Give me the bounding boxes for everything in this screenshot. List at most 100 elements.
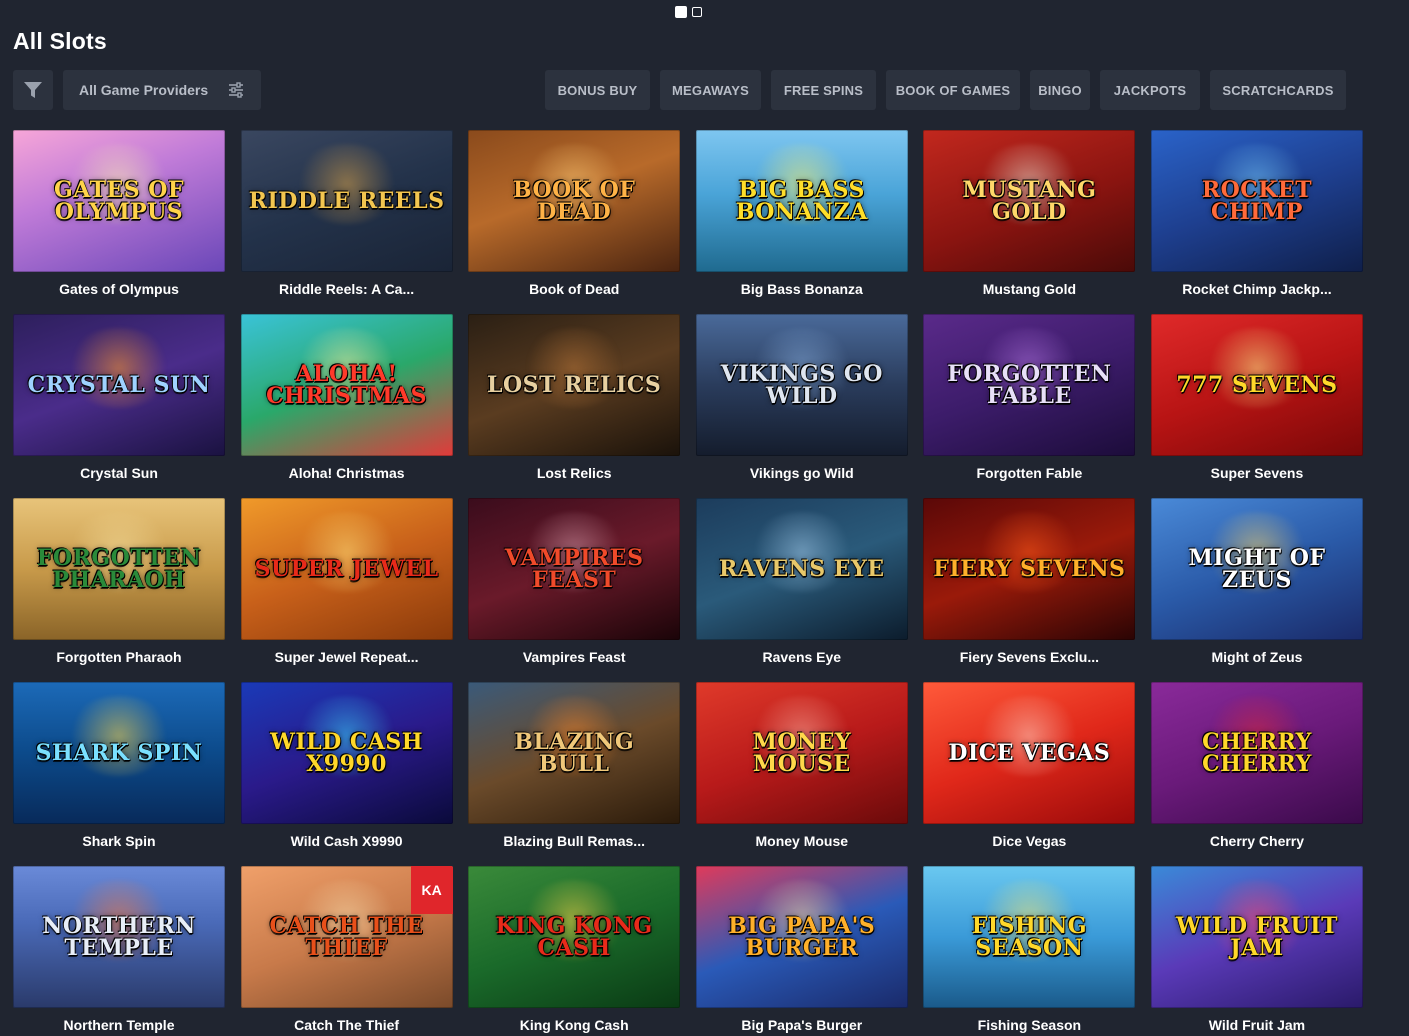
game-thumbnail[interactable]: CHERRY CHERRY — [1150, 682, 1363, 824]
game-tile[interactable]: RAVENS EYE Ravens Eye — [695, 498, 908, 682]
game-tile[interactable]: ALOHA! CHRISTMAS Aloha! Christmas — [240, 314, 453, 498]
game-title[interactable]: Catch The Thief — [241, 1017, 453, 1033]
game-title[interactable]: Cherry Cherry — [1151, 833, 1363, 849]
game-thumbnail[interactable]: FORGOTTEN FABLE — [923, 314, 1136, 456]
game-title[interactable]: Fiery Sevens Exclu... — [923, 649, 1135, 665]
game-title[interactable]: Forgotten Pharaoh — [13, 649, 225, 665]
game-title[interactable]: Riddle Reels: A Ca... — [241, 281, 453, 297]
game-title[interactable]: Big Bass Bonanza — [696, 281, 908, 297]
game-title[interactable]: Wild Cash X9990 — [241, 833, 453, 849]
game-tile[interactable]: WILD FRUIT JAM Wild Fruit Jam — [1150, 866, 1363, 1036]
game-tile[interactable]: 777 SEVENS Super Sevens — [1150, 314, 1363, 498]
game-title[interactable]: Might of Zeus — [1151, 649, 1363, 665]
pager-dot[interactable] — [692, 7, 702, 17]
game-tile[interactable]: FIERY SEVENS Fiery Sevens Exclu... — [923, 498, 1136, 682]
game-thumbnail[interactable]: BIG PAPA'S BURGER — [695, 866, 908, 1008]
game-title[interactable]: King Kong Cash — [468, 1017, 680, 1033]
game-title[interactable]: Fishing Season — [923, 1017, 1135, 1033]
game-title[interactable]: Mustang Gold — [923, 281, 1135, 297]
game-title[interactable]: Vampires Feast — [468, 649, 680, 665]
game-title[interactable]: Book of Dead — [468, 281, 680, 297]
game-tile[interactable]: FORGOTTEN PHARAOH Forgotten Pharaoh — [13, 498, 225, 682]
game-tile[interactable]: FORGOTTEN FABLE Forgotten Fable — [923, 314, 1136, 498]
game-tile[interactable]: VAMPIRES FEAST Vampires Feast — [468, 498, 681, 682]
game-title[interactable]: Shark Spin — [13, 833, 225, 849]
game-title[interactable]: Super Sevens — [1151, 465, 1363, 481]
game-thumbnail[interactable]: ROCKET CHIMP — [1150, 130, 1363, 272]
game-thumbnail[interactable]: MIGHT OF ZEUS — [1150, 498, 1363, 640]
game-thumbnail[interactable]: GATES OF OLYMPUS — [13, 130, 225, 272]
chip-book-of-games[interactable]: BOOK OF GAMES — [886, 70, 1020, 110]
game-tile[interactable]: BIG PAPA'S BURGER Big Papa's Burger — [695, 866, 908, 1036]
game-title[interactable]: Crystal Sun — [13, 465, 225, 481]
chip-bonus-buy[interactable]: BONUS BUY — [545, 70, 650, 110]
game-thumbnail[interactable]: DICE VEGAS — [923, 682, 1136, 824]
filter-button[interactable] — [13, 70, 53, 110]
game-thumbnail[interactable]: SUPER JEWEL — [240, 498, 453, 640]
game-tile[interactable]: MONEY MOUSE Money Mouse — [695, 682, 908, 866]
game-tile[interactable]: VIKINGS GO WILD Vikings go Wild — [695, 314, 908, 498]
game-tile[interactable]: GATES OF OLYMPUS Gates of Olympus — [13, 130, 225, 314]
game-title[interactable]: Gates of Olympus — [13, 281, 225, 297]
game-tile[interactable]: FISHING SEASON Fishing Season — [923, 866, 1136, 1036]
game-title[interactable]: Vikings go Wild — [696, 465, 908, 481]
game-tile[interactable]: NORTHERN TEMPLE Northern Temple — [13, 866, 225, 1036]
chip-megaways[interactable]: MEGAWAYS — [660, 70, 761, 110]
game-thumbnail[interactable]: VIKINGS GO WILD — [695, 314, 908, 456]
game-title[interactable]: Aloha! Christmas — [241, 465, 453, 481]
game-tile[interactable]: CRYSTAL SUN Crystal Sun — [13, 314, 225, 498]
game-thumbnail[interactable]: VAMPIRES FEAST — [468, 498, 681, 640]
game-title[interactable]: Northern Temple — [13, 1017, 225, 1033]
game-title[interactable]: Blazing Bull Remas... — [468, 833, 680, 849]
pager-dot-active[interactable] — [675, 6, 687, 18]
game-thumbnail[interactable]: KING KONG CASH — [468, 866, 681, 1008]
game-thumbnail[interactable]: MONEY MOUSE — [695, 682, 908, 824]
game-thumbnail[interactable]: CATCH THE THIEF KA — [240, 866, 453, 1008]
game-thumbnail[interactable]: RIDDLE REELS — [240, 130, 453, 272]
game-thumbnail[interactable]: SHARK SPIN — [13, 682, 225, 824]
game-tile[interactable]: BLAZING BULL Blazing Bull Remas... — [468, 682, 681, 866]
game-thumbnail[interactable]: FISHING SEASON — [923, 866, 1136, 1008]
game-tile[interactable]: MIGHT OF ZEUS Might of Zeus — [1150, 498, 1363, 682]
game-thumbnail[interactable]: FIERY SEVENS — [923, 498, 1136, 640]
game-thumbnail[interactable]: RAVENS EYE — [695, 498, 908, 640]
game-tile[interactable]: BIG BASS BONANZA Big Bass Bonanza — [695, 130, 908, 314]
game-tile[interactable]: BOOK OF DEAD Book of Dead — [468, 130, 681, 314]
chip-free-spins[interactable]: FREE SPINS — [771, 70, 876, 110]
chip-bingo[interactable]: BINGO — [1030, 70, 1090, 110]
game-tile[interactable]: CHERRY CHERRY Cherry Cherry — [1150, 682, 1363, 866]
game-thumbnail[interactable]: FORGOTTEN PHARAOH — [13, 498, 225, 640]
game-tile[interactable]: DICE VEGAS Dice Vegas — [923, 682, 1136, 866]
game-tile[interactable]: KING KONG CASH King Kong Cash — [468, 866, 681, 1036]
game-thumbnail[interactable]: WILD FRUIT JAM — [1150, 866, 1363, 1008]
game-title[interactable]: Ravens Eye — [696, 649, 908, 665]
game-tile[interactable]: CATCH THE THIEF KA Catch The Thief — [240, 866, 453, 1036]
game-tile[interactable]: SUPER JEWEL Super Jewel Repeat... — [240, 498, 453, 682]
chip-scratchcards[interactable]: SCRATCHCARDS — [1210, 70, 1346, 110]
game-title[interactable]: Big Papa's Burger — [696, 1017, 908, 1033]
game-title[interactable]: Dice Vegas — [923, 833, 1135, 849]
game-thumbnail[interactable]: MUSTANG GOLD — [923, 130, 1136, 272]
game-title[interactable]: Super Jewel Repeat... — [241, 649, 453, 665]
game-thumbnail[interactable]: NORTHERN TEMPLE — [13, 866, 225, 1008]
providers-dropdown[interactable]: All Game Providers — [63, 70, 261, 110]
game-title[interactable]: Money Mouse — [696, 833, 908, 849]
game-title[interactable]: Rocket Chimp Jackp... — [1151, 281, 1363, 297]
game-title[interactable]: Forgotten Fable — [923, 465, 1135, 481]
game-tile[interactable]: SHARK SPIN Shark Spin — [13, 682, 225, 866]
game-tile[interactable]: LOST RELICS Lost Relics — [468, 314, 681, 498]
game-tile[interactable]: WILD CASH X9990 Wild Cash X9990 — [240, 682, 453, 866]
game-thumbnail[interactable]: BLAZING BULL — [468, 682, 681, 824]
game-thumbnail[interactable]: LOST RELICS — [468, 314, 681, 456]
game-thumbnail[interactable]: CRYSTAL SUN — [13, 314, 225, 456]
game-thumbnail[interactable]: ALOHA! CHRISTMAS — [240, 314, 453, 456]
game-tile[interactable]: ROCKET CHIMP Rocket Chimp Jackp... — [1150, 130, 1363, 314]
game-thumbnail[interactable]: BIG BASS BONANZA — [695, 130, 908, 272]
game-title[interactable]: Wild Fruit Jam — [1151, 1017, 1363, 1033]
chip-jackpots[interactable]: JACKPOTS — [1100, 70, 1200, 110]
game-tile[interactable]: RIDDLE REELS Riddle Reels: A Ca... — [240, 130, 453, 314]
game-thumbnail[interactable]: 777 SEVENS — [1150, 314, 1363, 456]
game-thumbnail[interactable]: WILD CASH X9990 — [240, 682, 453, 824]
game-title[interactable]: Lost Relics — [468, 465, 680, 481]
game-tile[interactable]: MUSTANG GOLD Mustang Gold — [923, 130, 1136, 314]
